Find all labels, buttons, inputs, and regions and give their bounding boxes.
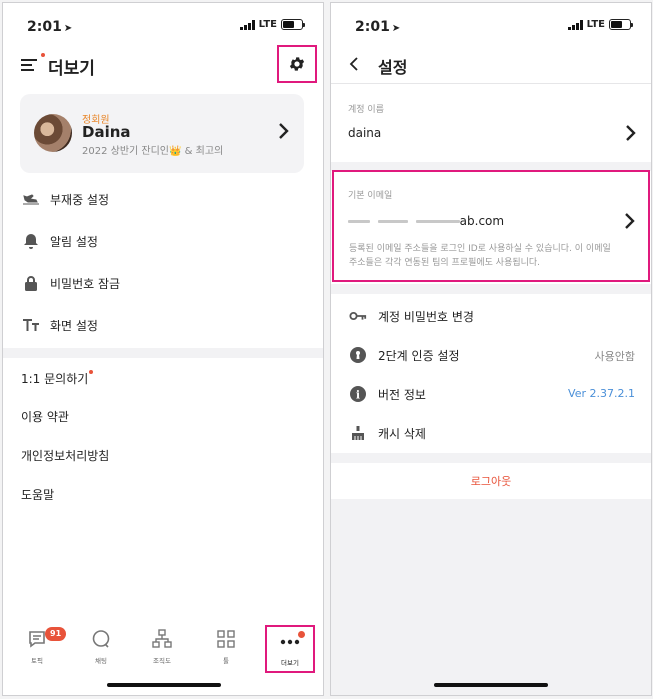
section-divider — [3, 348, 323, 358]
tab-topic[interactable]: 91 토픽 — [9, 615, 67, 671]
more-dots-icon — [280, 639, 300, 645]
text-size-icon — [21, 315, 41, 335]
masked-text — [377, 220, 408, 223]
privacy-link[interactable]: 개인정보처리방침 — [21, 447, 109, 464]
terms-link[interactable]: 이용 약관 — [21, 408, 69, 425]
bell-icon — [21, 231, 41, 251]
two-factor-row[interactable]: 2단계 인증 설정 사용안함 — [331, 336, 651, 374]
page-title: 설정 — [378, 58, 408, 77]
chevron-right-icon — [279, 123, 289, 139]
tab-more[interactable]: 더보기 — [265, 625, 315, 673]
key-icon — [349, 307, 367, 325]
profile-description: 2022 상반기 잔디인👑 & 최고의 — [82, 146, 224, 157]
home-indicator — [107, 683, 221, 687]
section-divider — [331, 284, 651, 294]
network-label: LTE — [258, 19, 277, 30]
account-name-row[interactable]: 계정 이름 daina — [331, 84, 651, 162]
broom-icon — [349, 424, 367, 442]
version-info-row[interactable]: i 버전 정보 Ver 2.37.2.1 — [331, 375, 651, 413]
menu-item-lock[interactable]: 비밀번호 잠금 — [3, 263, 323, 303]
battery-icon — [281, 19, 305, 30]
status-time: 2:01 — [27, 19, 62, 35]
two-factor-status: 사용안함 — [594, 350, 635, 363]
lock-icon — [21, 273, 41, 293]
info-icon: i — [349, 385, 367, 403]
help-link[interactable]: 도움말 — [21, 486, 54, 503]
keyhole-icon — [349, 346, 367, 364]
location-arrow-icon: ➤ — [63, 23, 73, 34]
chat-icon — [92, 630, 110, 648]
page-title: 더보기 — [48, 59, 95, 79]
unread-badge: 91 — [45, 627, 67, 641]
menu-icon[interactable] — [21, 59, 37, 73]
chevron-right-icon — [625, 213, 635, 229]
airplane-icon — [21, 189, 41, 209]
menu-item-away[interactable]: 부재중 설정 — [3, 179, 323, 219]
menu-label: 부재중 설정 — [50, 192, 110, 207]
grid-icon — [217, 630, 235, 648]
chat-bubble-icon — [29, 631, 45, 648]
menu-label: 알림 설정 — [50, 234, 98, 249]
network-label: LTE — [586, 19, 605, 30]
avatar — [34, 114, 72, 152]
account-name-label: 계정 이름 — [348, 105, 384, 115]
org-chart-icon — [152, 629, 172, 648]
settings-screen: 2:01 ➤ LTE 설정 계정 이름 daina 기본 이메일 ab.com 등… — [330, 2, 652, 696]
version-value: Ver 2.37.2.1 — [568, 387, 635, 400]
signal-icon — [239, 19, 255, 30]
clear-cache-row[interactable]: 캐시 삭제 — [331, 414, 651, 452]
notification-dot — [298, 631, 305, 638]
tab-tools[interactable]: 툴 — [198, 615, 254, 671]
tab-chat[interactable]: 채팅 — [73, 615, 129, 671]
battery-icon — [609, 19, 633, 30]
menu-item-notification[interactable]: 알림 설정 — [3, 221, 323, 261]
home-indicator — [434, 683, 548, 687]
email-value: ab.com — [348, 214, 504, 228]
primary-email-row[interactable]: 기본 이메일 ab.com 등록된 이메일 주소들을 로그인 ID로 사용하실 … — [332, 170, 650, 282]
status-bar: 2:01 ➤ LTE — [331, 3, 651, 47]
email-label: 기본 이메일 — [348, 191, 393, 201]
tab-org-chart[interactable]: 조직도 — [134, 615, 190, 671]
empty-area — [331, 499, 651, 695]
menu-item-display[interactable]: 화면 설정 — [3, 305, 323, 345]
change-password-row[interactable]: 계정 비밀번호 변경 — [331, 297, 651, 335]
notification-dot — [41, 53, 45, 57]
menu-label: 비밀번호 잠금 — [50, 276, 121, 291]
profile-card[interactable]: 정회원 Daina 2022 상반기 잔디인👑 & 최고의 — [20, 94, 304, 173]
menu-label: 화면 설정 — [50, 318, 98, 333]
signal-icon — [567, 19, 583, 30]
svg-text:i: i — [356, 389, 360, 402]
masked-text — [348, 220, 370, 223]
profile-name: Daina — [82, 123, 131, 141]
status-time: 2:01 — [355, 19, 390, 35]
status-bar: 2:01 ➤ LTE — [3, 3, 323, 47]
account-name-value: daina — [348, 126, 382, 140]
gear-icon — [289, 57, 305, 71]
section-divider — [331, 453, 651, 463]
notification-dot — [89, 370, 94, 374]
inquiry-link[interactable]: 1:1 문의하기 — [21, 370, 94, 387]
more-screen: 2:01 ➤ LTE 더보기 정회원 Daina 2022 상반기 잔디인👑 & … — [2, 2, 324, 696]
masked-text — [415, 220, 460, 223]
email-help-text: 등록된 이메일 주소들을 로그인 ID로 사용하실 수 있습니다. 이 이메일 … — [349, 244, 611, 268]
chevron-right-icon — [626, 125, 636, 141]
location-arrow-icon: ➤ — [391, 23, 401, 34]
settings-button[interactable] — [277, 45, 317, 83]
back-chevron-icon[interactable] — [347, 56, 361, 72]
logout-button[interactable]: 로그아웃 — [331, 463, 651, 499]
tab-bar: 91 토픽 채팅 조직도 툴 더보기 — [3, 615, 323, 675]
